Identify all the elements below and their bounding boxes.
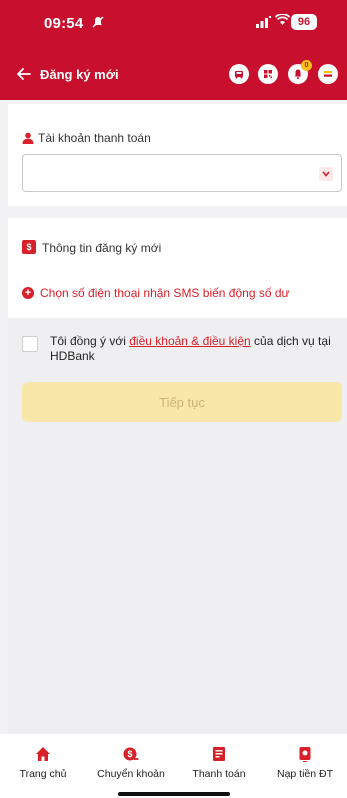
tab-transfer[interactable]: $ Chuyển khoản	[88, 734, 174, 792]
phone-topup-icon	[297, 746, 313, 762]
chevron-down-icon	[319, 167, 333, 181]
agreement-prefix: Tôi đồng ý với	[50, 334, 130, 348]
terms-link[interactable]: điều khoản & điều kiện	[129, 334, 250, 348]
signal-icon	[256, 16, 272, 31]
register-section-title: Thông tin đăng ký mới	[42, 241, 162, 255]
tab-transfer-label: Chuyển khoản	[97, 768, 165, 780]
tab-home[interactable]: Trang chủ	[0, 734, 86, 792]
home-indicator	[118, 792, 230, 796]
agreement-section: Tôi đồng ý với điều khoản & điều kiện củ…	[8, 318, 347, 734]
battery-indicator: 96	[291, 14, 317, 30]
qr-code-icon[interactable]	[258, 64, 278, 84]
bottom-nav: Trang chủ $ Chuyển khoản Thanh toán Nạp …	[0, 734, 347, 798]
account-section-title: Tài khoản thanh toán	[38, 131, 151, 145]
continue-button[interactable]: Tiếp tục	[22, 382, 342, 422]
choose-sms-phone-link[interactable]: Chọn số điện thoại nhận SMS biến động số…	[40, 286, 290, 300]
svg-text:$: $	[127, 749, 132, 759]
tab-phone-topup-label: Nạp tiền ĐT	[276, 768, 334, 780]
app-header: 09:54 96 Đăng ký mới 0	[0, 0, 347, 100]
plus-icon[interactable]: +	[22, 287, 34, 299]
back-arrow-icon[interactable]	[14, 64, 34, 84]
car-icon[interactable]	[229, 64, 249, 84]
user-icon	[22, 131, 34, 144]
silent-mode-icon	[92, 16, 104, 31]
transfer-icon: $	[123, 746, 139, 762]
agreement-text: Tôi đồng ý với điều khoản & điều kiện củ…	[50, 334, 340, 364]
tab-payment[interactable]: Thanh toán	[176, 734, 262, 792]
tab-phone-topup[interactable]: Nạp tiền ĐT	[262, 734, 347, 792]
bill-icon	[211, 746, 227, 762]
status-bar: 09:54 96	[0, 0, 347, 46]
notification-count-badge: 0	[301, 60, 312, 71]
account-section: Tài khoản thanh toán	[8, 104, 347, 206]
menu-icon[interactable]	[318, 64, 338, 84]
account-select[interactable]	[22, 154, 342, 192]
home-icon	[35, 746, 51, 762]
register-info-section: $ Thông tin đăng ký mới + Chọn số điện t…	[8, 218, 347, 318]
agree-checkbox[interactable]	[22, 336, 38, 352]
status-time: 09:54	[44, 15, 84, 32]
tab-home-label: Trang chủ	[19, 768, 67, 780]
notification-bell-icon[interactable]: 0	[288, 60, 312, 84]
wifi-icon	[274, 13, 291, 30]
tab-payment-label: Thanh toán	[192, 768, 246, 780]
document-icon: $	[22, 240, 36, 254]
page-title: Đăng ký mới	[40, 67, 119, 82]
nav-bar: Đăng ký mới 0	[0, 60, 347, 92]
